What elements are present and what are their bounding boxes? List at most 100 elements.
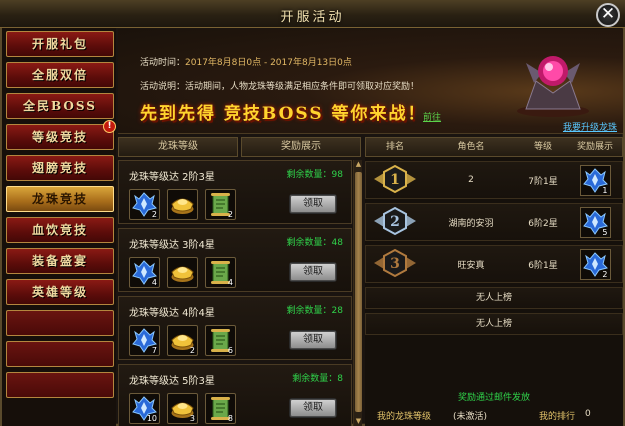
my-level-value: (未激活): [453, 412, 488, 422]
claim-button[interactable]: 领取: [289, 330, 337, 350]
remaining-label: 剩余数量：: [286, 170, 332, 180]
blue-crystal-icon[interactable]: 10: [129, 393, 160, 424]
reward-list-header: 龙珠等级 奖励展示: [118, 137, 361, 157]
remaining-value: 28: [331, 306, 343, 316]
item-count: 2: [227, 210, 233, 219]
window-title: 开服活动: [280, 10, 345, 25]
sidebar-item[interactable]: 装备盛宴: [6, 248, 114, 274]
rank-medal-icon: 3: [366, 248, 424, 281]
ranking-row: 2 湖南的安羽 6阶2星 5: [365, 203, 623, 241]
sidebar-item[interactable]: 翅膀竞技: [6, 155, 114, 181]
item-count: 3: [189, 414, 195, 423]
activity-time-row: 活动时间：2017年8月8日0点 - 2017年8月13日0点: [140, 55, 352, 68]
gold-ingot-icon[interactable]: 2: [167, 325, 198, 356]
boss-orb-icon: [517, 56, 589, 117]
item-count: 7: [151, 346, 157, 355]
header-rank: 排名: [385, 142, 404, 152]
sidebar-item-label: 装备盛宴: [31, 254, 88, 268]
rank-medal-icon: 1: [366, 164, 424, 197]
role-level: 6阶2星: [528, 218, 558, 229]
remaining-count: 剩余数量：98: [287, 167, 343, 180]
tab-dragonball-level: 龙珠等级: [118, 137, 238, 157]
goto-link[interactable]: 前往: [423, 110, 441, 123]
sidebar-item[interactable]: 开服礼包: [6, 31, 114, 57]
item-count: 10: [146, 414, 157, 423]
sidebar-item-label: 全服双倍: [31, 68, 88, 82]
sidebar-item[interactable]: 英雄等级: [6, 279, 114, 305]
title-bar: 开服活动: [0, 0, 625, 28]
reward-slot: 5: [568, 206, 622, 238]
sidebar-item-label: 开服礼包: [31, 37, 88, 51]
blue-crystal-icon[interactable]: 2: [579, 248, 611, 280]
item-count: 2: [189, 346, 195, 355]
scroll-up-icon[interactable]: ▲: [354, 160, 363, 169]
close-icon[interactable]: ✕: [596, 3, 620, 27]
reward-card: 龙珠等级达 2阶3星 剩余数量：98 2 2 领取: [118, 160, 352, 224]
sidebar-item-label: 全民BOSS: [23, 99, 97, 113]
reward-condition: 龙珠等级达 4阶4星: [129, 308, 215, 319]
blue-crystal-icon[interactable]: 1: [579, 164, 611, 196]
blue-crystal-icon[interactable]: 4: [129, 257, 160, 288]
upgrade-dragonball-link[interactable]: 我要升级龙珠: [563, 120, 617, 133]
gold-ingot-icon[interactable]: [167, 257, 198, 288]
scroll-icon[interactable]: 2: [205, 189, 236, 220]
sidebar-item[interactable]: 龙珠竞技: [6, 186, 114, 212]
remaining-label: 剩余数量：: [286, 238, 332, 248]
activity-desc-value: 活动期间，人物龙珠等级满足相应条件即可领取对应奖励！: [185, 82, 420, 92]
ranking-panel: 排名 角色名 等级 奖励展示 1 2 7阶1星 1 2 湖南的安羽 6阶2星 5 3 旺安真 6阶1…: [365, 137, 623, 426]
sidebar-item[interactable]: 全服双倍: [6, 62, 114, 88]
role-level: 6阶1星: [528, 260, 558, 271]
my-rank-value: 0: [585, 409, 591, 419]
reward-list[interactable]: 龙珠等级达 2阶3星 剩余数量：98 2 2 领取 龙珠等级达 3阶4星 剩余数量：48 4 4…: [118, 160, 352, 426]
claim-button[interactable]: 领取: [289, 194, 337, 214]
scroll-down-icon[interactable]: ▼: [354, 417, 363, 426]
remaining-value: 8: [337, 374, 343, 384]
ranking-empty-row: 无人上榜: [365, 313, 623, 335]
header-role-name: 角色名: [457, 142, 485, 152]
sidebar-item-label: 龙珠竞技: [31, 192, 88, 206]
activity-banner: 活动时间：2017年8月8日0点 - 2017年8月13日0点 活动说明：活动期…: [118, 29, 623, 134]
remaining-count: 剩余数量：48: [287, 235, 343, 248]
sidebar-item[interactable]: 血饮竞技: [6, 217, 114, 243]
sidebar-item-label: 英雄等级: [31, 285, 88, 299]
banner-slogan: 先到先得 竞技BOSS 等你来战！: [140, 104, 427, 124]
sidebar-item[interactable]: 全民BOSS: [6, 93, 114, 119]
reward-condition: 龙珠等级达 5阶3星: [129, 376, 215, 387]
svg-text:3: 3: [390, 256, 400, 272]
my-rank-label: 我的排行: [539, 412, 576, 422]
ranking-empty-row: 无人上榜: [365, 287, 623, 309]
rank-medal-icon: 2: [366, 206, 424, 239]
blue-crystal-icon[interactable]: 7: [129, 325, 160, 356]
activity-time-value: 2017年8月8日0点 - 2017年8月13日0点: [185, 58, 352, 68]
blue-crystal-icon[interactable]: 2: [129, 189, 160, 220]
reward-slot: 1: [568, 164, 622, 196]
sidebar-item[interactable]: [6, 341, 114, 367]
sidebar-item[interactable]: [6, 372, 114, 398]
my-level-label: 我的龙珠等级: [377, 412, 432, 422]
remaining-label: 剩余数量：: [286, 306, 332, 316]
item-count: 6: [227, 346, 233, 355]
alert-badge-icon: !: [103, 120, 116, 133]
mail-note: 奖励通过邮件发放: [457, 393, 530, 403]
scroll-icon[interactable]: 8: [205, 393, 236, 424]
item-count: 4: [151, 278, 157, 287]
gold-ingot-icon[interactable]: [167, 189, 198, 220]
gold-ingot-icon[interactable]: 3: [167, 393, 198, 424]
role-name: 2: [468, 175, 474, 185]
role-name: 湖南的安羽: [448, 218, 494, 229]
item-count: 1: [602, 185, 608, 195]
role-level: 7阶1星: [528, 176, 558, 187]
scroll-thumb[interactable]: [355, 172, 362, 412]
item-count: 4: [227, 278, 233, 287]
reward-list-scrollbar[interactable]: ▲ ▼: [353, 160, 362, 426]
remaining-label: 剩余数量：: [292, 374, 338, 384]
reward-card: 龙珠等级达 5阶3星 剩余数量：8 10 3 8 领取: [118, 364, 352, 426]
blue-crystal-icon[interactable]: 5: [579, 206, 611, 238]
claim-button[interactable]: 领取: [289, 398, 337, 418]
claim-button[interactable]: 领取: [289, 262, 337, 282]
sidebar-item[interactable]: 等级竞技!: [6, 120, 116, 150]
scroll-icon[interactable]: 4: [205, 257, 236, 288]
role-name: 旺安真: [457, 260, 485, 271]
scroll-icon[interactable]: 6: [205, 325, 236, 356]
sidebar-item[interactable]: [6, 310, 114, 336]
